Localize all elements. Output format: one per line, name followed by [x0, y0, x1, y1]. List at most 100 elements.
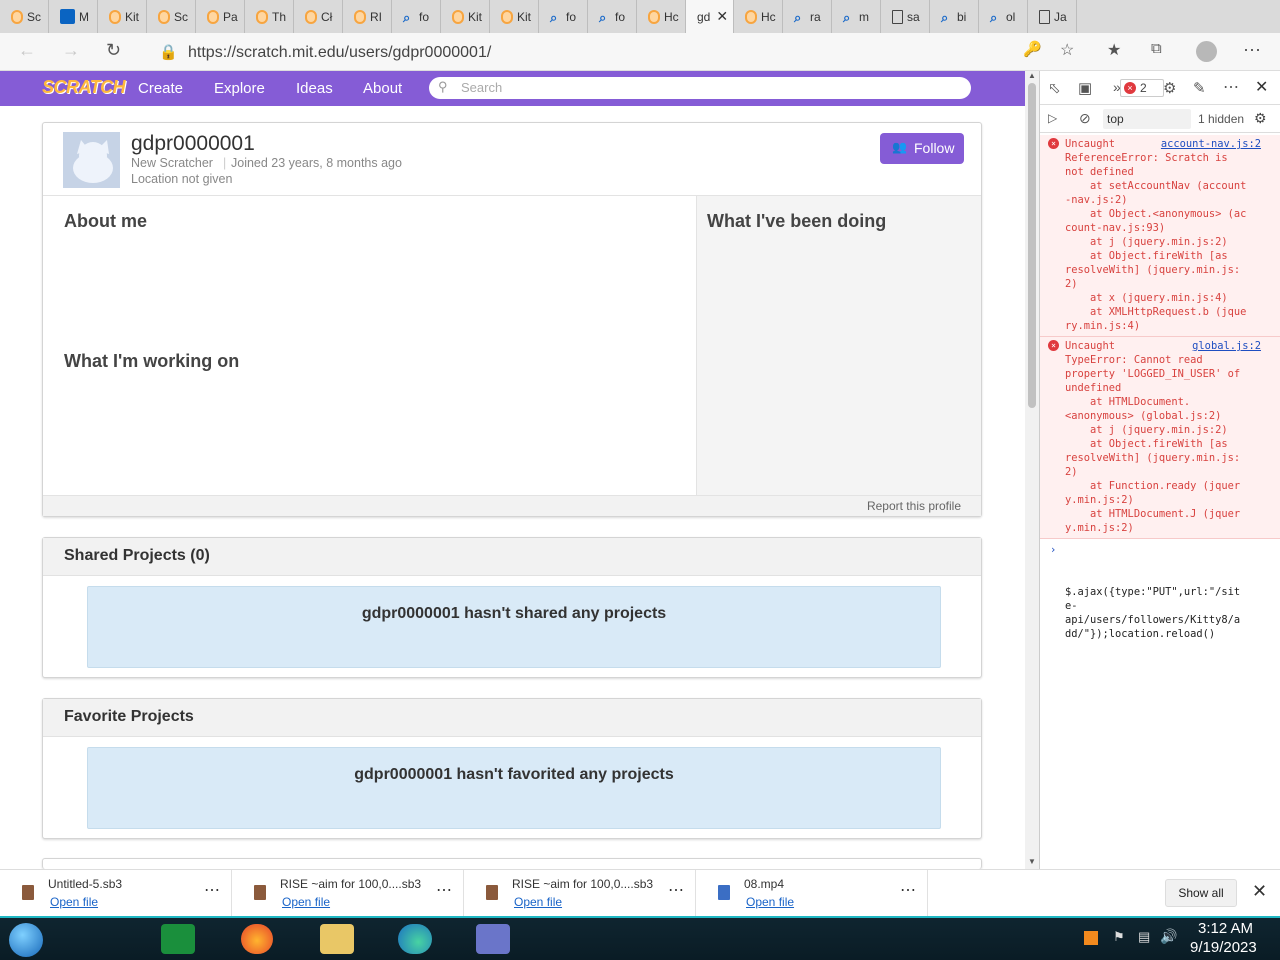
tab-close-icon[interactable]: ✕ — [716, 8, 728, 25]
refresh-icon[interactable]: ↻ — [106, 40, 121, 61]
browser-tab[interactable]: Hc — [637, 0, 686, 33]
devtools-close-icon[interactable]: ✕ — [1255, 77, 1268, 97]
browser-tab[interactable]: M — [49, 0, 98, 33]
error-source-link[interactable]: account-nav.js:2 — [1161, 137, 1261, 151]
download-item[interactable]: Untitled-5.sb3 Open file ⋯ — [0, 870, 232, 917]
prompt-chevron-icon: › — [1050, 544, 1057, 556]
nav-ideas[interactable]: Ideas — [296, 80, 333, 97]
nav-create[interactable]: Create — [138, 80, 183, 97]
device-toggle-icon[interactable]: ▣ — [1078, 79, 1092, 97]
report-link[interactable]: Report this profile — [867, 499, 961, 513]
spotify-icon[interactable] — [161, 924, 195, 954]
browser-tab[interactable]: ⌕ fo — [539, 0, 588, 33]
separator: | — [223, 156, 227, 170]
error-line: y.min.js:2) — [1065, 522, 1134, 534]
browser-tab[interactable]: ⌕ m — [832, 0, 881, 33]
open-file-link[interactable]: Open file — [50, 895, 98, 909]
show-all-button[interactable]: Show all — [1165, 879, 1237, 907]
open-file-link[interactable]: Open file — [746, 895, 794, 909]
browser-tab[interactable]: sa — [881, 0, 930, 33]
sidebar-toggle-icon[interactable]: ▷ — [1048, 111, 1057, 125]
clear-console-icon[interactable]: ⊘ — [1079, 110, 1091, 127]
devtools-toolbar: ⬁ ▣ » × 2 ⚙ ✎ ⋯ ✕ — [1040, 71, 1280, 105]
start-orb-icon[interactable] — [9, 923, 43, 957]
nav-explore[interactable]: Explore — [214, 80, 265, 97]
lock-icon[interactable]: 🔒 — [159, 43, 178, 61]
browser-tab[interactable]: Sc — [147, 0, 196, 33]
clock-time[interactable]: 3:12 AM — [1198, 920, 1253, 937]
browser-tab[interactable]: Kit — [98, 0, 147, 33]
scroll-up-icon[interactable]: ▲ — [1028, 71, 1036, 80]
open-file-link[interactable]: Open file — [282, 895, 330, 909]
scroll-down-icon[interactable]: ▼ — [1028, 857, 1036, 866]
settings-gear-icon[interactable]: ⚙ — [1163, 79, 1176, 97]
error-line: resolveWith] (jquery.min.js: — [1065, 264, 1241, 276]
download-more-icon[interactable]: ⋯ — [436, 880, 452, 900]
tab-label: RI — [370, 9, 382, 24]
file-icon — [254, 885, 266, 900]
download-item[interactable]: RISE ~aim for 100,0....sb3 Open file ⋯ — [232, 870, 464, 917]
browser-tab[interactable]: gd ✕ — [686, 0, 734, 33]
more-menu-icon[interactable]: ⋯ — [1243, 40, 1261, 61]
browser-tab[interactable]: ⌕ bi — [930, 0, 979, 33]
download-item[interactable]: RISE ~aim for 100,0....sb3 Open file ⋯ — [464, 870, 696, 917]
file-explorer-icon[interactable] — [320, 924, 354, 954]
browser-tab[interactable]: ⌕ ra — [783, 0, 832, 33]
error-counter[interactable]: × 2 — [1120, 79, 1164, 97]
tray-network-icon[interactable]: ▤ — [1138, 929, 1150, 945]
scrollbar-thumb[interactable] — [1028, 83, 1036, 408]
back-icon[interactable]: ← — [18, 40, 36, 61]
error-line: at setAccountNav (account — [1065, 180, 1247, 192]
working-on-heading: What I'm working on — [64, 351, 240, 371]
tray-flag-icon[interactable]: ⚑ — [1113, 929, 1125, 945]
open-file-link[interactable]: Open file — [514, 895, 562, 909]
scratch-logo[interactable]: SCRATCH — [42, 77, 126, 98]
search-icon: ⚲ — [438, 79, 448, 94]
search-input[interactable]: ⚲ Search — [429, 77, 971, 99]
browser-tab[interactable]: Kit — [441, 0, 490, 33]
devtools-more-icon[interactable]: ⋯ — [1223, 77, 1239, 97]
nav-about[interactable]: About — [363, 80, 402, 97]
browser-tab[interactable]: Sc — [0, 0, 49, 33]
browser-tab[interactable]: ⌕ fo — [392, 0, 441, 33]
error-source-link[interactable]: global.js:2 — [1192, 339, 1261, 353]
url-field[interactable]: 🔒 https://scratch.mit.edu/users/gdpr0000… — [145, 37, 1090, 67]
browser-tab[interactable]: Hc — [734, 0, 783, 33]
download-item[interactable]: 08.mp4 Open file ⋯ — [696, 870, 928, 917]
clock-date[interactable]: 9/19/2023 — [1190, 939, 1257, 956]
download-more-icon[interactable]: ⋯ — [668, 880, 684, 900]
follow-button[interactable]: 👥 Follow — [880, 133, 964, 164]
download-more-icon[interactable]: ⋯ — [204, 880, 220, 900]
app-icon[interactable] — [476, 924, 510, 954]
console-input[interactable]: › $.ajax({type:"PUT",url:"/sit e-api/user… — [1040, 541, 1280, 669]
downloads-close-icon[interactable]: ✕ — [1252, 881, 1267, 902]
favorites-icon[interactable]: ★ — [1107, 40, 1121, 60]
forward-icon[interactable]: → — [62, 40, 80, 61]
browser-tab[interactable]: Kit — [490, 0, 539, 33]
inspect-icon[interactable]: ⬁ — [1048, 79, 1061, 97]
browser-tab[interactable]: ⌕ ol — [979, 0, 1028, 33]
collections-icon[interactable]: ⧉ — [1151, 40, 1162, 57]
edge-icon[interactable] — [398, 924, 432, 954]
context-select[interactable]: top — [1103, 109, 1191, 129]
cat-avatar-icon — [73, 140, 113, 183]
tray-app-icon[interactable] — [1084, 931, 1098, 945]
browser-tab[interactable]: Th — [245, 0, 294, 33]
error-line: at x (jquery.min.js:4) — [1065, 292, 1228, 304]
key-icon[interactable]: 🔑 — [1023, 40, 1042, 58]
browser-tab[interactable]: Pa — [196, 0, 245, 33]
download-more-icon[interactable]: ⋯ — [900, 880, 916, 900]
browser-tab[interactable]: RI — [343, 0, 392, 33]
firefox-icon[interactable] — [241, 924, 273, 954]
feedback-icon[interactable]: ✎ — [1193, 79, 1206, 97]
browser-tab[interactable]: Cł — [294, 0, 343, 33]
error-line: at j (jquery.min.js:2) — [1065, 236, 1228, 248]
console-settings-icon[interactable]: ⚙ — [1254, 110, 1267, 127]
search-icon: ⌕ — [843, 9, 851, 25]
browser-tab[interactable]: Ja — [1028, 0, 1077, 33]
page-scrollbar[interactable]: ▲ ▼ — [1025, 71, 1039, 869]
add-favorite-icon[interactable]: ☆ — [1060, 40, 1074, 60]
profile-avatar[interactable] — [1196, 41, 1217, 62]
tray-volume-icon[interactable]: 🔊 — [1160, 928, 1177, 945]
browser-tab[interactable]: ⌕ fo — [588, 0, 637, 33]
